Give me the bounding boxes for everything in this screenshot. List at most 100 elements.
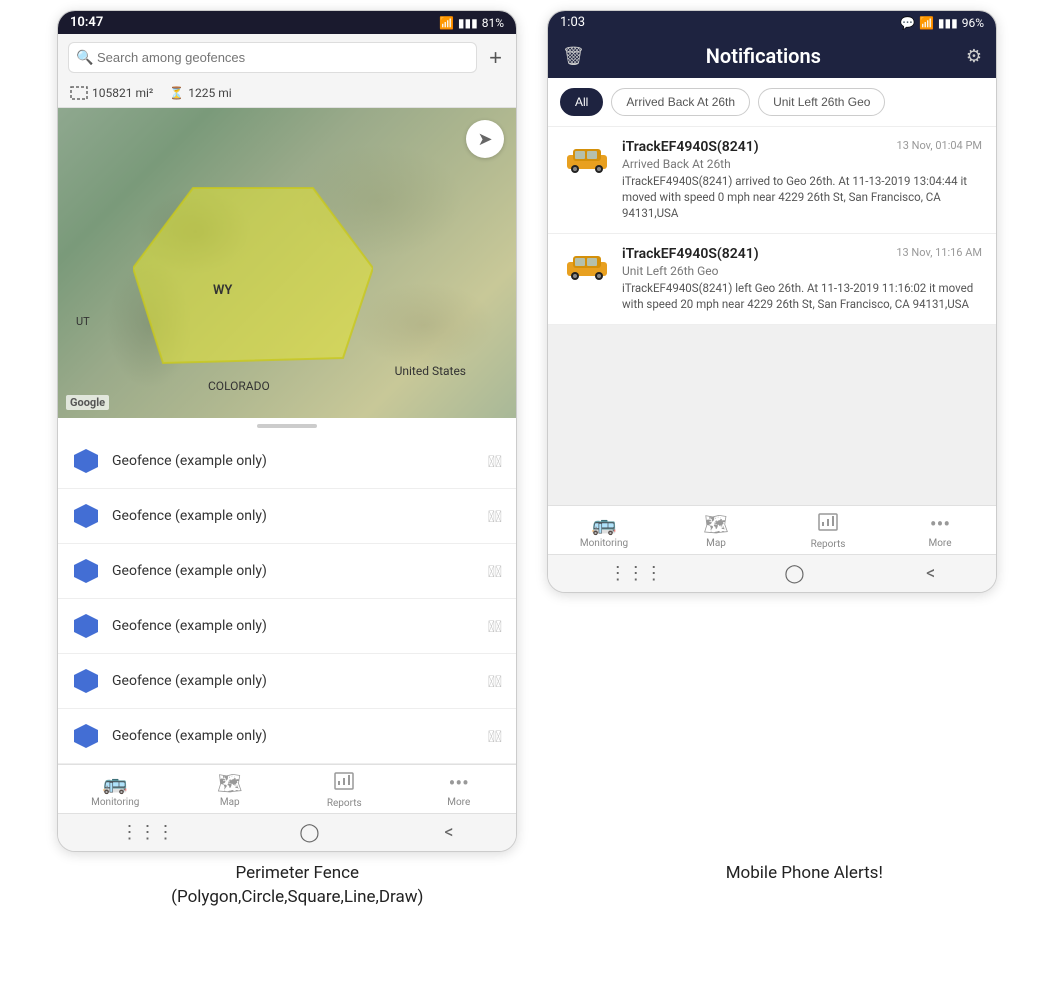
compass-button[interactable]: ➤ <box>466 120 504 158</box>
distance-icon: ⏳ <box>169 86 184 100</box>
search-wrapper: 🔍 <box>68 42 477 73</box>
visibility-icon[interactable]: 👁̸ <box>488 672 502 691</box>
notification-top-row: iTrackEF4940S(8241) 13 Nov, 01:04 PM <box>622 139 982 155</box>
right-back-button[interactable]: < <box>926 563 935 584</box>
geofence-label: Geofence (example only) <box>112 453 476 469</box>
left-status-icons: 📶 ▮▮▮ 81% <box>439 16 504 30</box>
stats-row: ​ 105821 mi² ⏳ 1225 mi <box>58 81 516 108</box>
notification-time: 13 Nov, 11:16 AM <box>896 246 982 259</box>
right-nav-map[interactable]: 🗺 Map <box>686 512 746 550</box>
notification-item[interactable]: iTrackEF4940S(8241) 13 Nov, 11:16 AM Uni… <box>548 234 996 325</box>
right-phone: 1:03 💬 📶 ▮▮▮ 96% 🗑 Notifications ⚙ All A… <box>547 10 997 593</box>
right-nav-reports-label: Reports <box>811 539 846 550</box>
geofence-icon <box>72 447 100 475</box>
device-name: iTrackEF4940S(8241) <box>622 139 759 155</box>
right-recent-apps-button[interactable]: ⋮⋮⋮ <box>609 563 663 584</box>
search-icon: 🔍 <box>76 50 93 66</box>
right-nav-more[interactable]: ••• More <box>910 512 970 550</box>
recent-apps-button[interactable]: ⋮⋮⋮ <box>120 822 174 843</box>
right-status-icons: 💬 📶 ▮▮▮ 96% <box>900 16 984 30</box>
nav-monitoring-label: Monitoring <box>91 797 139 808</box>
home-button[interactable]: ◯ <box>299 822 319 843</box>
list-item[interactable]: Geofence (example only) 👁̸ <box>58 544 516 599</box>
right-monitoring-icon: 🚌 <box>592 512 617 536</box>
left-time: 10:47 <box>70 15 103 30</box>
google-logo: Google <box>66 395 109 410</box>
settings-button[interactable]: ⚙ <box>966 46 982 67</box>
nav-map[interactable]: 🗺 Map <box>200 771 260 809</box>
nav-more[interactable]: ••• More <box>429 771 489 809</box>
nav-map-label: Map <box>220 797 240 808</box>
geofence-label: Geofence (example only) <box>112 728 476 744</box>
left-phone: 10:47 📶 ▮▮▮ 81% 🔍 + ​ 10 <box>57 10 517 852</box>
signal-icon: ▮▮▮ <box>458 16 478 30</box>
scroll-handle <box>257 424 317 428</box>
visibility-icon[interactable]: 👁̸ <box>488 562 502 581</box>
distance-value: 1225 mi <box>188 86 231 100</box>
notifications-title: Notifications <box>561 44 966 68</box>
right-bottom-nav: 🚌 Monitoring 🗺 Map Reports ••• More <box>548 505 996 554</box>
captions-row: Perimeter Fence(Polygon,Circle,Square,Li… <box>0 852 1054 910</box>
filter-tab-all[interactable]: All <box>560 88 603 116</box>
right-status-bar: 1:03 💬 📶 ▮▮▮ 96% <box>548 11 996 34</box>
visibility-icon[interactable]: 👁̸ <box>488 452 502 471</box>
chat-icon: 💬 <box>900 16 915 30</box>
notification-content: iTrackEF4940S(8241) 13 Nov, 11:16 AM Uni… <box>622 246 982 312</box>
wifi-icon: 📶 <box>439 16 454 30</box>
visibility-icon[interactable]: 👁̸ <box>488 507 502 526</box>
more-icon: ••• <box>449 771 469 795</box>
list-item[interactable]: Geofence (example only) 👁̸ <box>58 654 516 709</box>
map-label-co: COLORADO <box>208 379 270 393</box>
list-item[interactable]: Geofence (example only) 👁̸ <box>58 599 516 654</box>
right-wifi-icon: 📶 <box>919 16 934 30</box>
right-nav-reports[interactable]: Reports <box>798 512 858 550</box>
filter-tab-arrived[interactable]: Arrived Back At 26th <box>611 88 750 116</box>
notification-top-row: iTrackEF4940S(8241) 13 Nov, 11:16 AM <box>622 246 982 262</box>
right-nav-map-label: Map <box>706 538 726 549</box>
right-time: 1:03 <box>560 15 585 30</box>
notifications-header: 🗑 Notifications ⚙ <box>548 34 996 78</box>
right-android-nav: ⋮⋮⋮ ◯ < <box>548 554 996 592</box>
geofence-list: Geofence (example only) 👁̸ Geofence (exa… <box>58 434 516 764</box>
notification-body: iTrackEF4940S(8241) arrived to Geo 26th.… <box>622 173 982 221</box>
monitoring-icon: 🚌 <box>103 771 128 795</box>
nav-reports[interactable]: Reports <box>314 771 374 809</box>
filter-tabs: All Arrived Back At 26th Unit Left 26th … <box>548 78 996 127</box>
list-item[interactable]: Geofence (example only) 👁̸ <box>58 434 516 489</box>
nav-more-label: More <box>447 797 470 808</box>
geofence-icon <box>72 557 100 585</box>
back-button[interactable]: < <box>444 822 453 843</box>
map-icon: 🗺 <box>217 771 242 795</box>
list-item[interactable]: Geofence (example only) 👁̸ <box>58 709 516 764</box>
map-background: WY United States COLORADO UT ➤ Google <box>58 108 516 418</box>
visibility-icon[interactable]: 👁̸ <box>488 617 502 636</box>
visibility-icon[interactable]: 👁̸ <box>488 727 502 746</box>
map-label-ut: UT <box>76 315 90 328</box>
search-bar-row: 🔍 + <box>58 34 516 81</box>
left-caption: Perimeter Fence(Polygon,Circle,Square,Li… <box>171 862 423 910</box>
left-status-bar: 10:47 📶 ▮▮▮ 81% <box>58 11 516 34</box>
right-signal-icon: ▮▮▮ <box>938 16 958 30</box>
add-geofence-button[interactable]: + <box>485 45 506 71</box>
notification-content: iTrackEF4940S(8241) 13 Nov, 01:04 PM Arr… <box>622 139 982 221</box>
map-label-us: United States <box>395 364 466 378</box>
geofence-label: Geofence (example only) <box>112 618 476 634</box>
geofence-label: Geofence (example only) <box>112 563 476 579</box>
car-icon <box>562 139 612 175</box>
right-more-icon: ••• <box>930 512 950 536</box>
geofence-shape <box>133 178 373 378</box>
compass-icon: ➤ <box>477 129 492 150</box>
geofence-icon <box>72 722 100 750</box>
nav-monitoring[interactable]: 🚌 Monitoring <box>85 771 145 809</box>
notification-item[interactable]: iTrackEF4940S(8241) 13 Nov, 01:04 PM Arr… <box>548 127 996 234</box>
map-label-wy: WY <box>213 283 232 298</box>
map-area[interactable]: WY United States COLORADO UT ➤ Google <box>58 108 516 418</box>
right-home-button[interactable]: ◯ <box>784 563 804 584</box>
list-item[interactable]: Geofence (example only) 👁̸ <box>58 489 516 544</box>
geofence-label: Geofence (example only) <box>112 673 476 689</box>
search-input[interactable] <box>68 42 477 73</box>
right-nav-monitoring[interactable]: 🚌 Monitoring <box>574 512 634 550</box>
filter-tab-left[interactable]: Unit Left 26th Geo <box>758 88 885 116</box>
right-nav-monitoring-label: Monitoring <box>580 538 628 549</box>
notification-time: 13 Nov, 01:04 PM <box>897 139 982 152</box>
